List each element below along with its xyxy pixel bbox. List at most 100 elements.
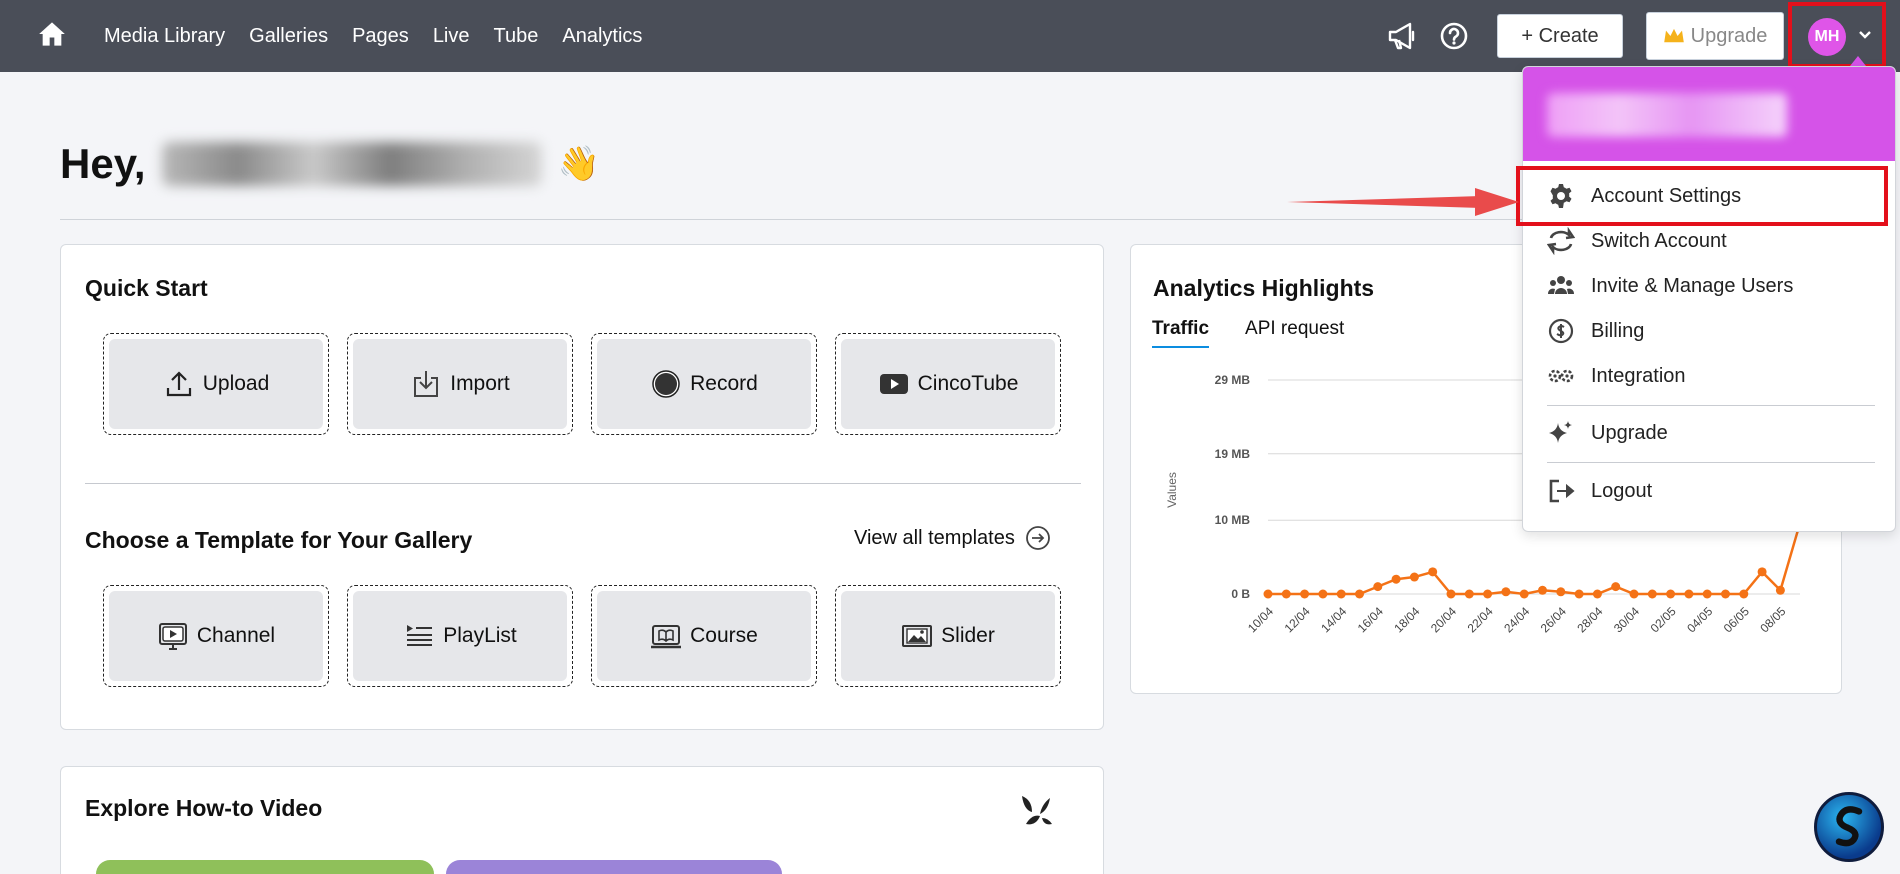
help-icon[interactable] [1438, 20, 1470, 52]
analytics-tabs: Traffic API request [1152, 318, 1344, 348]
menu-item-switch-account[interactable]: Switch Account [1547, 221, 1877, 261]
upgrade-button[interactable]: Upgrade [1646, 12, 1784, 60]
greeting-prefix: Hey, [60, 140, 146, 187]
video-thumbnail[interactable] [446, 860, 782, 874]
data-point [1702, 589, 1712, 599]
data-point [1556, 587, 1566, 597]
floating-assistant-button[interactable] [1814, 792, 1884, 862]
y-tick-label: 10 MB [1215, 513, 1251, 527]
data-point [1501, 587, 1511, 597]
tab-api-request[interactable]: API request [1245, 318, 1344, 348]
import-tile[interactable]: Import [347, 333, 573, 435]
x-tick-label: 04/05 [1684, 604, 1715, 635]
channel-tile[interactable]: Channel [103, 585, 329, 687]
x-tick-label: 20/04 [1428, 604, 1459, 635]
course-tile[interactable]: Course [591, 585, 817, 687]
slider-tile[interactable]: Slider [835, 585, 1061, 687]
menu-item-logout[interactable]: Logout [1547, 471, 1877, 511]
record-tile[interactable]: Record [591, 333, 817, 435]
x-tick-label: 24/04 [1501, 604, 1532, 635]
avatar: MH [1808, 18, 1846, 56]
x-tick-label: 26/04 [1538, 604, 1569, 635]
data-point [1446, 589, 1456, 599]
x-tick-label: 02/05 [1648, 604, 1679, 635]
data-point [1336, 589, 1346, 599]
main-nav: Media Library Galleries Pages Live Tube … [104, 0, 642, 72]
dropdown-header [1523, 67, 1895, 161]
channel-label: Channel [196, 624, 276, 647]
menu-item-invite-users[interactable]: Invite & Manage Users [1547, 266, 1877, 306]
x-tick-label: 16/04 [1355, 604, 1386, 635]
blurred-username [161, 142, 542, 186]
s-logo-icon [1835, 806, 1863, 847]
video-thumbnail[interactable] [96, 860, 434, 874]
nav-tube[interactable]: Tube [494, 25, 539, 48]
upgrade-label: Upgrade [1690, 24, 1768, 47]
cincotube-label: CincoTube [917, 372, 1019, 395]
upload-tile[interactable]: Upload [103, 333, 329, 435]
data-point [1318, 589, 1328, 599]
view-all-templates-link[interactable]: View all templates [854, 525, 1051, 551]
x-tick-label: 10/04 [1245, 604, 1276, 635]
youtube-icon [879, 374, 908, 394]
view-all-label: View all templates [854, 526, 1015, 549]
cincotube-tile[interactable]: CincoTube [835, 333, 1061, 435]
data-point [1409, 572, 1419, 582]
explore-title: Explore How-to Video [85, 795, 323, 821]
nav-galleries[interactable]: Galleries [249, 25, 328, 48]
blurred-account-info [1547, 93, 1787, 137]
x-tick-label: 12/04 [1282, 604, 1313, 635]
nav-live[interactable]: Live [433, 25, 470, 48]
tab-traffic[interactable]: Traffic [1152, 318, 1210, 348]
x-tick-label: 14/04 [1318, 604, 1349, 635]
playlist-icon [407, 625, 433, 646]
data-point [1538, 585, 1547, 595]
sparkle-icon [1549, 421, 1572, 443]
data-point [1263, 589, 1273, 599]
create-button[interactable]: + Create [1497, 14, 1623, 58]
data-point [1391, 574, 1401, 584]
x-tick-label: 06/05 [1721, 604, 1752, 635]
account-dropdown: Account Settings Switch Account Invite &… [1522, 66, 1896, 532]
nav-pages[interactable]: Pages [352, 25, 409, 48]
greeting: Hey, 👋 [60, 140, 600, 188]
switch-icon [1547, 227, 1575, 255]
upload-icon [166, 371, 191, 397]
menu-item-integration[interactable]: Integration [1547, 356, 1877, 396]
playlist-tile[interactable]: PlayList [347, 585, 573, 687]
menu-separator [1547, 405, 1875, 406]
data-point [1373, 582, 1383, 592]
analytics-title: Analytics Highlights [1153, 275, 1375, 301]
data-point [1721, 589, 1730, 599]
data-point [1775, 585, 1785, 595]
home-icon[interactable] [38, 20, 66, 48]
section-divider [85, 483, 1081, 484]
import-label: Import [450, 372, 510, 395]
logout-icon [1549, 479, 1575, 503]
nav-analytics[interactable]: Analytics [562, 25, 642, 48]
menu-item-label: Switch Account [1591, 229, 1727, 252]
upload-label: Upload [202, 372, 270, 395]
user-menu-toggle[interactable]: MH [1788, 2, 1886, 68]
data-point [1428, 567, 1438, 577]
data-point [1647, 589, 1657, 599]
menu-item-upgrade[interactable]: Upgrade [1547, 413, 1877, 453]
import-icon [414, 371, 439, 397]
course-icon [651, 625, 682, 649]
data-point [1739, 589, 1749, 599]
y-tick-label: 29 MB [1215, 373, 1251, 387]
dropdown-caret [1850, 56, 1866, 66]
billing-icon [1548, 318, 1574, 344]
course-label: Course [690, 624, 758, 647]
data-point [1355, 589, 1364, 599]
templates-title: Choose a Template for Your Gallery [85, 527, 473, 553]
slider-icon [902, 625, 933, 647]
arrow-right-circle-icon [1025, 526, 1050, 550]
data-point [1300, 589, 1310, 599]
menu-item-billing[interactable]: Billing [1547, 311, 1877, 351]
channel-icon [158, 623, 187, 650]
menu-item-label: Logout [1591, 479, 1653, 502]
nav-media-library[interactable]: Media Library [104, 25, 225, 48]
megaphone-icon[interactable] [1386, 20, 1418, 52]
chevron-down-icon [1859, 31, 1871, 39]
